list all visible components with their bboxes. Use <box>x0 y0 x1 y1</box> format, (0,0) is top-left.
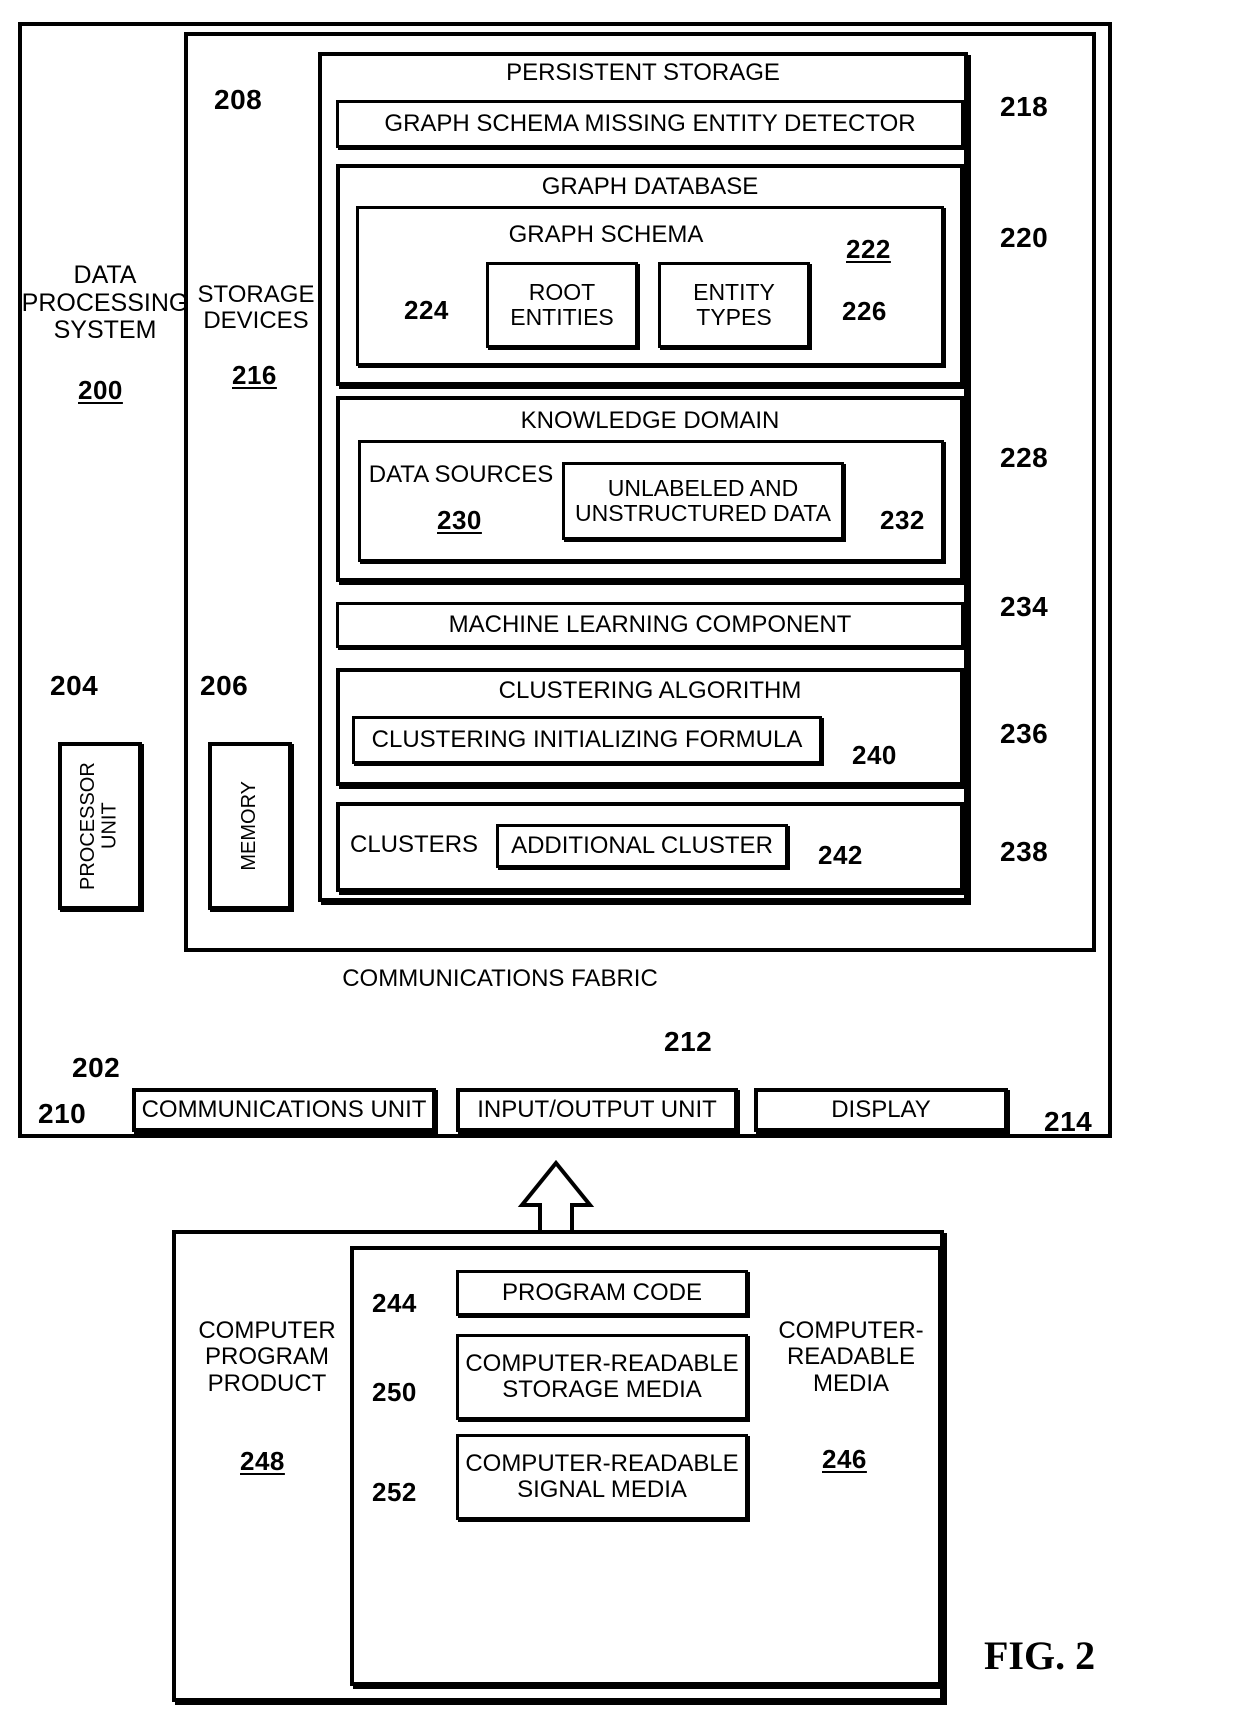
persistent-storage-label: PERSISTENT STORAGE <box>506 59 780 86</box>
ref-204: 204 <box>50 670 99 701</box>
memory-label: MEMORY <box>238 781 261 871</box>
clustering-initializing-formula-label: CLUSTERING INITIALIZING FORMULA <box>371 726 803 754</box>
additional-cluster-box: ADDITIONAL CLUSTER <box>496 824 788 868</box>
machine-learning-component-box: MACHINE LEARNING COMPONENT <box>336 602 964 648</box>
clustering-algorithm-label: CLUSTERING ALGORITHM <box>498 677 802 704</box>
graph-schema-missing-entity-detector-label: GRAPH SCHEMA MISSING ENTITY DETECTOR <box>384 110 916 138</box>
ref-248: 248 <box>240 1446 285 1476</box>
computer-program-product-label: COMPUTER PROGRAM PRODUCT <box>198 1317 336 1397</box>
ref-210: 210 <box>38 1098 87 1129</box>
ref-238: 238 <box>1000 836 1049 867</box>
ref-224: 224 <box>404 295 449 325</box>
ref-240: 240 <box>852 740 897 770</box>
storage-devices-ref: 216 <box>232 360 277 390</box>
ref-232: 232 <box>880 505 925 535</box>
communications-unit-box: COMMUNICATIONS UNIT <box>132 1088 436 1132</box>
unlabeled-unstructured-data-box: UNLABELED AND UNSTRUCTURED DATA <box>562 462 844 540</box>
computer-readable-media-label: COMPUTER- READABLE MEDIA <box>778 1317 924 1397</box>
clustering-initializing-formula-box: CLUSTERING INITIALIZING FORMULA <box>352 716 822 764</box>
ref-220: 220 <box>1000 222 1049 253</box>
data-processing-system-ref: 200 <box>78 375 123 405</box>
processor-unit-box: PROCESSOR UNIT <box>58 742 142 910</box>
ref-230: 230 <box>437 505 482 535</box>
data-sources-label: DATA SOURCES <box>368 461 554 488</box>
program-code-label: PROGRAM CODE <box>501 1279 702 1307</box>
computer-readable-signal-media-label: COMPUTER-READABLE SIGNAL MEDIA <box>465 1450 739 1503</box>
display-label: DISPLAY <box>831 1096 931 1124</box>
memory-box: MEMORY <box>208 742 292 910</box>
ref-218: 218 <box>1000 91 1049 122</box>
ref-222: 222 <box>846 234 891 264</box>
communications-unit-label: COMMUNICATIONS UNIT <box>141 1096 427 1124</box>
ref-226: 226 <box>842 296 887 326</box>
communications-fabric-label: COMMUNICATIONS FABRIC <box>342 965 658 992</box>
computer-readable-storage-media-label: COMPUTER-READABLE STORAGE MEDIA <box>465 1350 739 1403</box>
ref-246: 246 <box>822 1444 867 1474</box>
additional-cluster-label: ADDITIONAL CLUSTER <box>511 832 773 860</box>
clusters-label: CLUSTERS <box>350 831 479 858</box>
ref-228: 228 <box>1000 442 1049 473</box>
program-code-box: PROGRAM CODE <box>456 1270 748 1316</box>
graph-schema-missing-entity-detector-box: GRAPH SCHEMA MISSING ENTITY DETECTOR <box>336 100 964 148</box>
entity-types-label: ENTITY TYPES <box>693 279 775 330</box>
ref-234: 234 <box>1000 591 1049 622</box>
processor-unit-label: PROCESSOR UNIT <box>77 762 121 890</box>
knowledge-domain-label: KNOWLEDGE DOMAIN <box>520 407 780 434</box>
figure-label: FIG. 2 <box>984 1633 1096 1678</box>
patent-figure-2: DATA PROCESSING SYSTEM 200 STORAGE DEVIC… <box>0 0 1240 1729</box>
ref-202: 202 <box>72 1052 121 1083</box>
root-entities-box: ROOT ENTITIES <box>486 262 638 348</box>
ref-214: 214 <box>1044 1106 1093 1137</box>
ref-242: 242 <box>818 840 863 870</box>
root-entities-label: ROOT ENTITIES <box>510 279 614 330</box>
graph-database-label: GRAPH DATABASE <box>541 173 759 200</box>
input-output-unit-label: INPUT/OUTPUT UNIT <box>477 1096 717 1124</box>
ref-244: 244 <box>372 1288 417 1318</box>
machine-learning-component-label: MACHINE LEARNING COMPONENT <box>448 611 852 639</box>
ref-212: 212 <box>664 1026 713 1057</box>
graph-schema-label: GRAPH SCHEMA <box>508 221 704 248</box>
ref-252: 252 <box>372 1477 417 1507</box>
ref-206: 206 <box>200 670 249 701</box>
ref-250: 250 <box>372 1377 417 1407</box>
display-box: DISPLAY <box>754 1088 1008 1132</box>
computer-readable-signal-media-box: COMPUTER-READABLE SIGNAL MEDIA <box>456 1434 748 1520</box>
entity-types-box: ENTITY TYPES <box>658 262 810 348</box>
ref-236: 236 <box>1000 718 1049 749</box>
storage-devices-label: STORAGE DEVICES <box>197 281 315 335</box>
computer-readable-storage-media-box: COMPUTER-READABLE STORAGE MEDIA <box>456 1334 748 1420</box>
persistent-storage-ref: 208 <box>214 84 263 115</box>
data-processing-system-label: DATA PROCESSING SYSTEM <box>21 261 189 344</box>
unlabeled-unstructured-data-label: UNLABELED AND UNSTRUCTURED DATA <box>575 475 831 526</box>
input-output-unit-box: INPUT/OUTPUT UNIT <box>456 1088 738 1132</box>
